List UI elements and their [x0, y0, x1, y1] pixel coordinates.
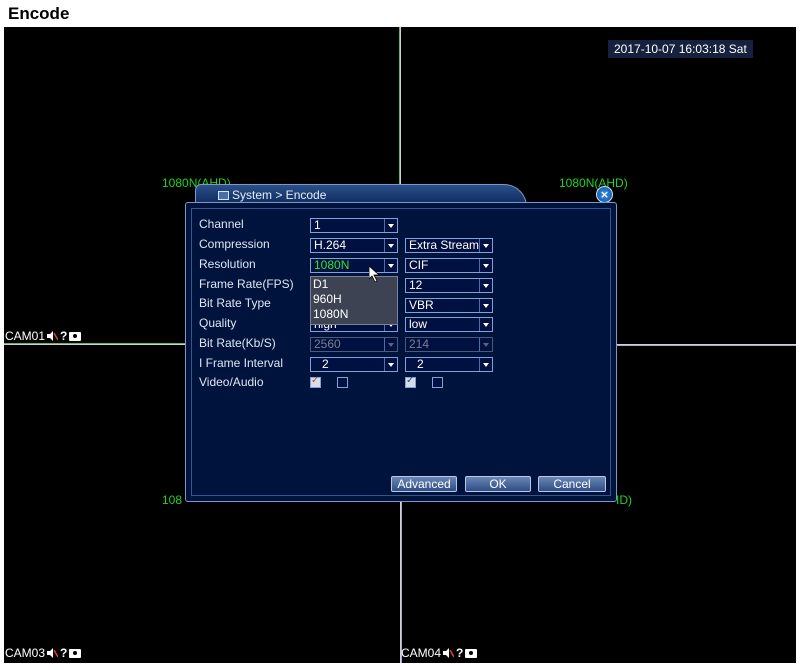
- datetime-display: 2017-10-07 16:03:18 Sat: [608, 40, 753, 58]
- camera-name: CAM04: [401, 646, 442, 660]
- help-icon: ?: [456, 646, 464, 660]
- main-i-frame-select[interactable]: 2: [310, 357, 398, 372]
- main-bit-rate-select: 2560: [310, 337, 398, 352]
- extra-bit-rate-value: 214: [409, 337, 430, 351]
- extra-bit-rate-type-select[interactable]: VBR: [405, 298, 493, 313]
- help-icon: ?: [60, 646, 68, 660]
- main-resolution-value: 1080N: [314, 258, 350, 272]
- frame-rate-label: Frame Rate(FPS): [199, 277, 294, 291]
- stream-type-value: Extra Stream: [409, 238, 480, 252]
- page-title: Encode: [8, 4, 70, 23]
- channel-value: 1: [314, 218, 321, 232]
- camera-label-cam01[interactable]: CAM01 ?: [5, 329, 82, 343]
- chevron-down-icon: [479, 279, 492, 292]
- chevron-down-icon: [479, 338, 492, 351]
- quality-label: Quality: [199, 316, 237, 330]
- main-i-frame-value: 2: [322, 357, 329, 371]
- encode-dialog: System > Encode × Channel Compression Re…: [185, 184, 617, 502]
- extra-quality-value: low: [409, 317, 428, 331]
- snapshot-icon: [69, 331, 82, 341]
- help-icon: ?: [60, 329, 68, 343]
- mouse-cursor-icon: [369, 266, 381, 282]
- chevron-down-icon: [479, 299, 492, 312]
- camera-label-cam03[interactable]: CAM03 ?: [5, 646, 82, 660]
- dialog-title-text: System > Encode: [232, 188, 327, 202]
- chevron-down-icon: [479, 358, 492, 371]
- cancel-button[interactable]: Cancel: [538, 476, 606, 492]
- main-bit-rate-value: 2560: [314, 337, 341, 351]
- snapshot-icon: [69, 648, 82, 658]
- extra-quality-select[interactable]: low: [405, 317, 493, 332]
- speaker-muted-icon: [47, 331, 59, 341]
- compression-label: Compression: [199, 237, 270, 251]
- chevron-down-icon: [384, 259, 397, 272]
- extra-bit-rate-type-value: VBR: [409, 298, 434, 312]
- extra-resolution-value: CIF: [409, 258, 429, 272]
- compression-select[interactable]: H.264: [310, 238, 398, 253]
- dialog-body: Channel Compression Resolution Frame Rat…: [185, 202, 617, 502]
- main-video-checkbox[interactable]: [310, 375, 321, 388]
- main-audio-checkbox[interactable]: [337, 377, 348, 388]
- camera-name: CAM03: [5, 646, 46, 660]
- settings-window-icon: [218, 190, 229, 200]
- compression-value: H.264: [314, 238, 347, 252]
- chevron-down-icon: [384, 219, 397, 232]
- extra-bit-rate-select: 214: [405, 337, 493, 352]
- close-button[interactable]: ×: [596, 186, 613, 203]
- extra-i-frame-select[interactable]: 2: [405, 357, 493, 372]
- extra-frame-rate-select[interactable]: 12: [405, 278, 493, 293]
- i-frame-interval-label: I Frame Interval: [199, 356, 284, 370]
- chevron-down-icon: [384, 338, 397, 351]
- resolution-option[interactable]: 960H: [311, 292, 397, 307]
- main-resolution-select[interactable]: 1080N: [310, 258, 398, 273]
- resolution-option[interactable]: D1: [311, 277, 397, 292]
- stream-type-select[interactable]: Extra Stream: [405, 238, 493, 253]
- chevron-down-icon: [384, 239, 397, 252]
- bit-rate-type-label: Bit Rate Type: [199, 296, 271, 310]
- extra-audio-checkbox[interactable]: [432, 377, 443, 388]
- dialog-title: System > Encode: [218, 188, 326, 202]
- advanced-button[interactable]: Advanced: [391, 476, 457, 492]
- dialog-inner-frame: [191, 208, 611, 496]
- resolution-option[interactable]: 1080N: [311, 307, 397, 322]
- chevron-down-icon: [479, 239, 492, 252]
- resolution-label-cam4: ID): [616, 493, 632, 507]
- resolution-label: Resolution: [199, 257, 256, 271]
- extra-video-checkbox[interactable]: [405, 375, 416, 388]
- channel-select[interactable]: 1: [310, 218, 398, 233]
- channel-label: Channel: [199, 217, 244, 231]
- ok-button[interactable]: OK: [465, 476, 531, 492]
- extra-frame-rate-value: 12: [409, 278, 423, 292]
- speaker-muted-icon: [443, 648, 455, 658]
- resolution-dropdown-list: D1 960H 1080N: [310, 276, 398, 325]
- bit-rate-label: Bit Rate(Kb/S): [199, 336, 276, 350]
- snapshot-icon: [465, 648, 478, 658]
- chevron-down-icon: [479, 259, 492, 272]
- extra-i-frame-value: 2: [417, 357, 424, 371]
- camera-label-cam04[interactable]: CAM04 ?: [401, 646, 478, 660]
- speaker-muted-icon: [47, 648, 59, 658]
- video-audio-label: Video/Audio: [199, 375, 264, 389]
- chevron-down-icon: [384, 358, 397, 371]
- camera-name: CAM01: [5, 329, 46, 343]
- resolution-label-cam3: 108: [162, 493, 183, 507]
- extra-resolution-select[interactable]: CIF: [405, 258, 493, 273]
- chevron-down-icon: [479, 318, 492, 331]
